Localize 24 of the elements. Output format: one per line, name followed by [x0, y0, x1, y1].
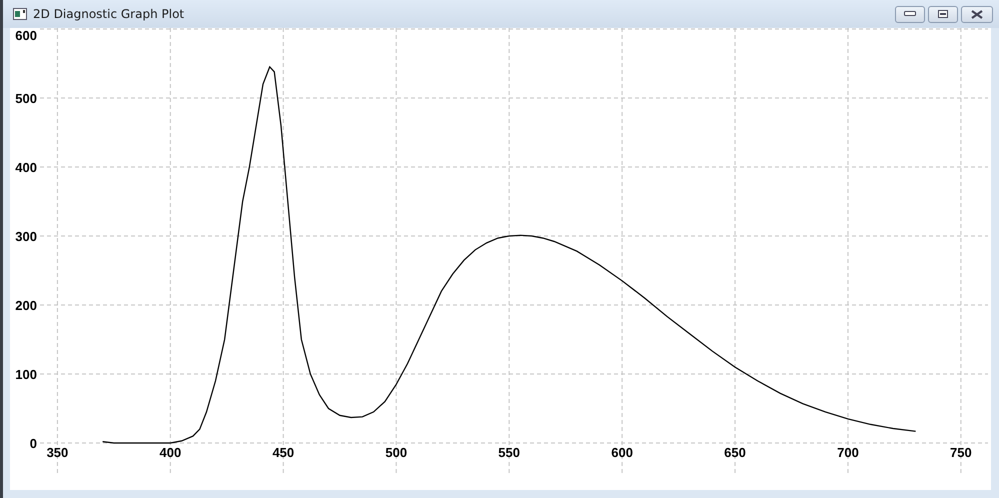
y-tick-label: 400 — [15, 160, 37, 175]
maximize-button[interactable] — [928, 6, 958, 22]
window-icon — [13, 8, 27, 20]
y-tick-label: 200 — [15, 298, 37, 313]
window-title: 2D Diagnostic Graph Plot — [33, 7, 184, 21]
x-tick-label: 750 — [950, 445, 972, 460]
x-tick-label: 600 — [611, 445, 633, 460]
y-tick-label: 0 — [30, 436, 37, 451]
y-tick-label: 500 — [15, 91, 37, 106]
close-icon — [971, 10, 983, 18]
minimize-icon — [904, 11, 916, 17]
x-tick-label: 400 — [160, 445, 182, 460]
x-tick-label: 450 — [272, 445, 294, 460]
x-tick-label: 350 — [46, 445, 68, 460]
x-tick-label: 550 — [498, 445, 520, 460]
minimize-button[interactable] — [895, 6, 925, 22]
close-button[interactable] — [961, 6, 993, 22]
x-tick-label: 700 — [837, 445, 859, 460]
x-tick-label: 500 — [385, 445, 408, 460]
y-tick-label: 300 — [15, 229, 37, 244]
x-tick-label: 650 — [724, 445, 746, 460]
maximize-icon — [938, 10, 948, 18]
y-tick-label: 100 — [15, 367, 37, 382]
y-tick-label: 600 — [15, 28, 37, 43]
